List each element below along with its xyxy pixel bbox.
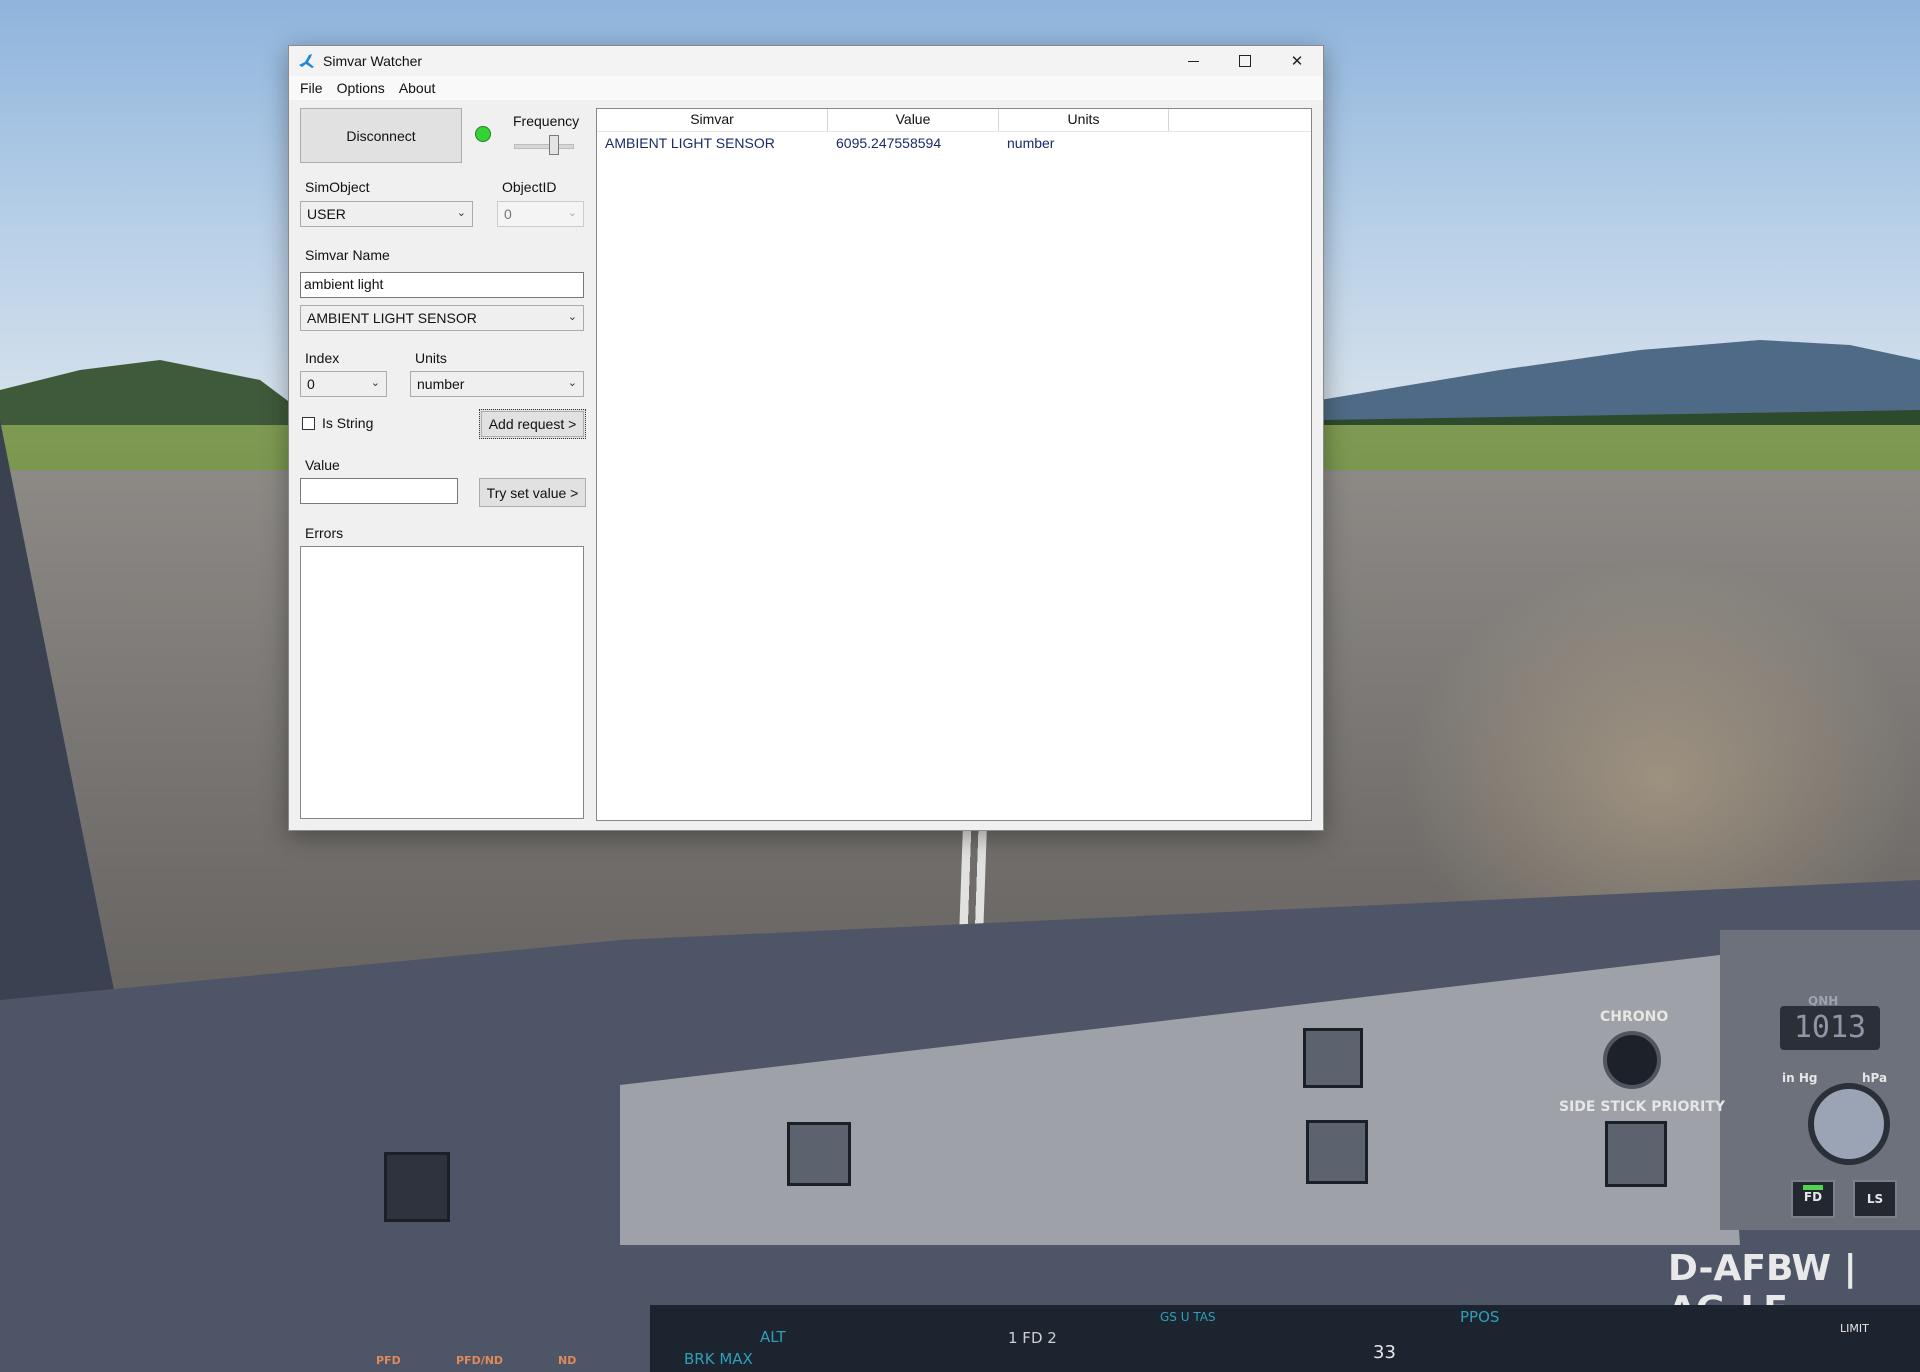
simvar-select-dropdown[interactable]: AMBIENT LIGHT SENSOR ⌄ <box>300 305 584 331</box>
column-header-units[interactable]: Units <box>999 109 1169 131</box>
hpa-label: hPa <box>1862 1071 1888 1085</box>
chrono-knob <box>1603 1031 1661 1089</box>
value-input[interactable] <box>300 478 458 504</box>
heading-readout: 33 <box>1373 1342 1396 1363</box>
simvar-name-label: Simvar Name <box>305 247 390 263</box>
simvar-selected-value: AMBIENT LIGHT SENSOR <box>307 310 477 326</box>
menu-about[interactable]: About <box>392 80 443 96</box>
minimize-icon <box>1187 60 1199 62</box>
close-button[interactable]: ✕ <box>1271 46 1323 76</box>
in-hg-label: in Hg <box>1782 1071 1818 1085</box>
side-stick-priority-button <box>1605 1121 1667 1187</box>
simobject-dropdown[interactable]: USER ⌄ <box>300 201 473 227</box>
frequency-label: Frequency <box>513 113 580 129</box>
baro-knob <box>1808 1083 1890 1165</box>
fd-button: FD <box>1791 1180 1835 1218</box>
title-bar[interactable]: Simvar Watcher ✕ <box>289 46 1323 76</box>
panel-button <box>787 1122 851 1186</box>
index-dropdown[interactable]: 0 ⌄ <box>300 371 387 397</box>
index-label: Index <box>305 350 340 366</box>
errors-label: Errors <box>305 525 344 541</box>
gs-tas-readout: GS U TAS <box>1160 1310 1216 1324</box>
maximize-button[interactable] <box>1219 46 1271 76</box>
window-controls: ✕ <box>1167 46 1323 76</box>
panel-button <box>1306 1120 1368 1184</box>
panel-button <box>1303 1028 1363 1088</box>
index-value: 0 <box>307 376 315 392</box>
plane-icon <box>299 54 314 68</box>
chevron-down-icon: ⌄ <box>370 377 380 389</box>
minimize-button[interactable] <box>1167 46 1219 76</box>
maximize-icon <box>1239 55 1251 67</box>
simobject-value: USER <box>307 206 346 222</box>
pfd-label: PFD <box>376 1354 401 1367</box>
chevron-down-icon: ⌄ <box>456 207 466 219</box>
brk-max-annunciation: BRK MAX <box>684 1350 753 1368</box>
connection-status-indicator <box>475 126 491 142</box>
grid-header: Simvar Value Units <box>597 109 1311 132</box>
simvar-grid: Simvar Value Units AMBIENT LIGHT SENSOR … <box>596 108 1312 821</box>
disconnect-button[interactable]: Disconnect <box>300 108 462 163</box>
objectid-value: 0 <box>504 206 512 222</box>
pfd-nd-label: PFD/ND <box>456 1354 504 1367</box>
units-dropdown[interactable]: number ⌄ <box>410 371 584 397</box>
close-icon: ✕ <box>1290 53 1304 70</box>
nd-label: ND <box>558 1354 577 1367</box>
fd-label: FD <box>1803 1190 1823 1204</box>
menu-bar: File Options About <box>289 76 1323 100</box>
menu-options[interactable]: Options <box>330 80 392 96</box>
menu-file[interactable]: File <box>293 80 330 96</box>
side-stick-priority-label: SIDE STICK PRIORITY <box>1559 1099 1726 1115</box>
chevron-down-icon: ⌄ <box>567 377 577 389</box>
ppos-label: PPOS <box>1460 1308 1500 1326</box>
simvar-watcher-window: Simvar Watcher ✕ File Options About Disc… <box>288 45 1324 831</box>
ls-button: LS <box>1853 1180 1897 1218</box>
chrono-label: CHRONO <box>1600 1009 1669 1025</box>
window-title: Simvar Watcher <box>323 53 423 69</box>
simobject-label: SimObject <box>305 179 370 195</box>
ls-label: LS <box>1866 1192 1884 1206</box>
cell-units: number <box>1007 135 1055 151</box>
table-row[interactable]: AMBIENT LIGHT SENSOR 6095.247558594 numb… <box>597 132 1311 154</box>
panel-button <box>384 1152 450 1222</box>
objectid-label: ObjectID <box>502 179 557 195</box>
frequency-slider-thumb[interactable] <box>549 135 559 155</box>
qnh-display: 1013 <box>1780 1006 1880 1050</box>
simvar-name-input[interactable]: ambient light <box>300 272 584 298</box>
is-string-label: Is String <box>322 415 374 431</box>
objectid-dropdown[interactable]: 0 ⌄ <box>497 201 584 227</box>
column-header-value[interactable]: Value <box>828 109 999 131</box>
units-label: Units <box>415 350 447 366</box>
column-header-filler <box>1169 109 1311 131</box>
alt-annunciation: ALT <box>760 1328 786 1346</box>
errors-textarea[interactable] <box>300 546 584 819</box>
try-set-value-button[interactable]: Try set value > <box>479 478 586 507</box>
units-value: number <box>417 376 465 392</box>
chevron-down-icon: ⌄ <box>567 311 577 323</box>
limit-label: LIMIT <box>1840 1322 1869 1335</box>
is-string-checkbox[interactable] <box>302 417 315 430</box>
instrument-displays <box>650 1305 1920 1372</box>
add-request-button[interactable]: Add request > <box>479 409 586 439</box>
cell-value: 6095.247558594 <box>836 135 942 151</box>
column-header-simvar[interactable]: Simvar <box>597 109 828 131</box>
value-label: Value <box>305 457 340 473</box>
frequency-slider-track[interactable] <box>514 144 574 149</box>
cell-simvar: AMBIENT LIGHT SENSOR <box>605 135 775 151</box>
chevron-down-icon: ⌄ <box>567 207 577 219</box>
fd-mode-annunciation: 1 FD 2 <box>1008 1329 1057 1347</box>
